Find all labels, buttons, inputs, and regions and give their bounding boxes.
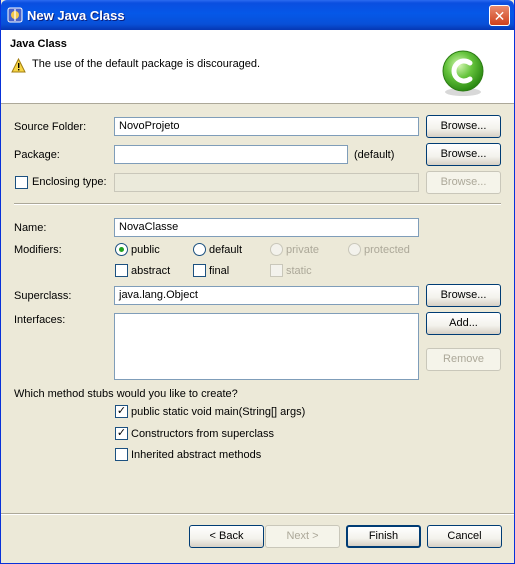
wizard-header: Java Class The use of the default packag… <box>1 30 514 104</box>
modifier-final-label: final <box>209 265 230 277</box>
name-label: Name: <box>14 222 47 234</box>
inherited-methods-checkbox[interactable] <box>115 448 128 461</box>
browse-package-button[interactable]: Browse... <box>426 143 501 166</box>
modifier-abstract-checkbox[interactable] <box>115 264 128 277</box>
modifier-abstract-label: abstract <box>131 265 171 277</box>
constructors-label: Constructors from superclass <box>131 428 275 440</box>
constructors-checkbox[interactable]: ✓ <box>115 427 128 440</box>
source-folder-field[interactable]: NovoProjeto <box>114 117 419 136</box>
modifier-public-label: public <box>131 244 160 256</box>
modifier-public-radio[interactable] <box>115 243 128 256</box>
header-message: The use of the default package is discou… <box>32 58 261 70</box>
enclosing-type-field <box>114 173 419 192</box>
inherited-methods-label: Inherited abstract methods <box>131 449 262 461</box>
close-button[interactable]: ✕ <box>489 5 510 26</box>
cancel-button[interactable]: Cancel <box>427 525 502 548</box>
modifier-private-label: private <box>286 244 320 256</box>
browse-superclass-button[interactable]: Browse... <box>426 284 501 307</box>
source-folder-label: Source Folder: <box>14 121 87 133</box>
modifier-default-label: default <box>209 244 243 256</box>
page-title: Java Class <box>10 38 67 50</box>
new-java-class-dialog: New Java Class ✕ Java Class The use of t… <box>0 0 515 564</box>
package-default-hint: (default) <box>354 149 395 161</box>
radio-selected-dot <box>119 247 124 252</box>
modifier-static-checkbox <box>270 264 283 277</box>
superclass-label: Superclass: <box>14 290 72 302</box>
modifier-static-label: static <box>286 265 312 277</box>
modifier-private-radio <box>270 243 283 256</box>
interfaces-label: Interfaces: <box>14 314 66 326</box>
footer-separator <box>1 513 514 515</box>
modifier-default-radio[interactable] <box>193 243 206 256</box>
main-method-label: public static void main(String[] args) <box>131 406 306 418</box>
method-stubs-question: Which method stubs would you like to cre… <box>14 388 238 400</box>
title-bar[interactable]: New Java Class ✕ <box>1 0 514 30</box>
next-button: Next > <box>265 525 340 548</box>
main-method-checkbox[interactable]: ✓ <box>115 405 128 418</box>
check-mark-icon: ✓ <box>116 405 127 417</box>
separator <box>14 203 501 205</box>
window-title: New Java Class <box>27 8 125 23</box>
name-field[interactable]: NovaClasse <box>114 218 419 237</box>
add-interface-button[interactable]: Add... <box>426 312 501 335</box>
modifier-protected-label: protected <box>364 244 410 256</box>
modifier-protected-radio <box>348 243 361 256</box>
modifier-final-checkbox[interactable] <box>193 264 206 277</box>
interfaces-list[interactable] <box>114 313 419 380</box>
back-button[interactable]: < Back <box>189 525 264 548</box>
browse-source-folder-button[interactable]: Browse... <box>426 115 501 138</box>
close-icon: ✕ <box>493 7 506 24</box>
package-label: Package: <box>14 149 60 161</box>
enclosing-type-checkbox[interactable] <box>15 176 28 189</box>
java-class-badge-icon <box>442 50 484 96</box>
warning-icon <box>11 58 26 73</box>
finish-button[interactable]: Finish <box>346 525 421 548</box>
superclass-field[interactable]: java.lang.Object <box>114 286 419 305</box>
browse-enclosing-type-button: Browse... <box>426 171 501 194</box>
check-mark-icon: ✓ <box>116 427 127 439</box>
remove-interface-button: Remove <box>426 348 501 371</box>
modifiers-label: Modifiers: <box>14 244 62 256</box>
enclosing-type-label: Enclosing type: <box>32 176 107 188</box>
package-field[interactable] <box>114 145 348 164</box>
java-class-icon <box>7 7 23 23</box>
